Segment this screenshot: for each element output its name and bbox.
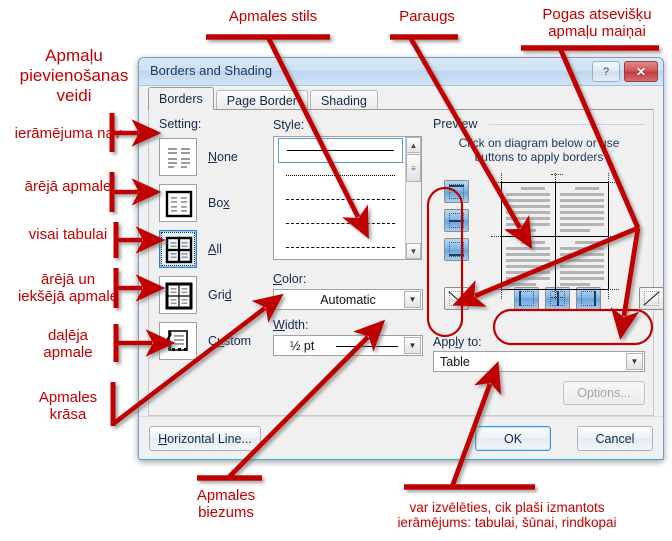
annotation-apply-to-scope: var izvēlēties, cik plaši izmantots ierā…: [397, 500, 617, 530]
setting-box-icon: [159, 183, 197, 222]
color-label: Color:: [273, 272, 307, 286]
close-icon[interactable]: ✕: [624, 61, 658, 82]
apply-to-value: Table: [440, 354, 470, 369]
style-item-dashed-short[interactable]: [278, 212, 403, 235]
width-sample-line: [336, 346, 398, 347]
preview-hint-line1: Click on diagram below or use: [458, 136, 620, 150]
annotation-outer-inner-border: ārējā un iekšējā apmale: [17, 271, 119, 305]
horizontal-line-button[interactable]: Horizontal Line...: [149, 426, 261, 451]
setting-option-all[interactable]: All: [159, 228, 264, 269]
setting-custom-icon: [159, 321, 197, 360]
bottom-border-button[interactable]: [444, 238, 469, 261]
scroll-down-icon[interactable]: ▼: [406, 243, 421, 259]
annotation-individual-border-buttons: Pogas atsevišķu apmaļu maiņai: [542, 6, 652, 40]
annotation-border-style: Apmales stils: [228, 8, 318, 25]
style-item-dashed-long[interactable]: [278, 188, 403, 211]
box-border-glyph: [165, 190, 193, 217]
style-item-dotted[interactable]: [278, 164, 403, 187]
annotation-outer-border: ārējā apmale: [24, 178, 112, 195]
preview-legend: Preview: [433, 117, 483, 131]
setting-label: Setting:: [159, 117, 202, 131]
setting-custom-label: Custom: [208, 333, 252, 348]
borders-tab-panel: Setting: None Box All Grid Custom Style:…: [148, 109, 664, 416]
setting-option-grid[interactable]: Grid: [159, 274, 264, 315]
color-value: Automatic: [320, 292, 376, 307]
setting-option-custom[interactable]: Custom: [159, 320, 264, 361]
diagonal-down-border-button[interactable]: [444, 287, 469, 310]
setting-none-label: None: [208, 149, 238, 164]
help-icon[interactable]: ?: [592, 61, 620, 82]
scrollbar-thumb[interactable]: ≡: [406, 154, 421, 182]
style-item-dash-dot[interactable]: [278, 236, 403, 259]
cancel-button[interactable]: Cancel: [577, 426, 653, 451]
annotation-title-border-types: Apmaļu pievienošanas veidi: [19, 46, 129, 105]
annotation-border-width: Apmales biezums: [196, 487, 256, 521]
options-button: Options...: [563, 381, 645, 405]
ok-button[interactable]: OK: [475, 426, 551, 451]
preview-group: Preview Click on diagram below or use bu…: [433, 114, 664, 411]
scroll-up-icon[interactable]: ▲: [406, 137, 421, 153]
top-border-button[interactable]: [444, 180, 469, 203]
style-label: Style:: [273, 118, 305, 132]
tab-page-border[interactable]: Page Border: [215, 90, 308, 110]
annotation-preview: Paraugs: [399, 8, 455, 25]
chevron-down-icon[interactable]: ▼: [626, 353, 643, 370]
chevron-down-icon[interactable]: ▼: [404, 337, 421, 354]
setting-grid-icon: [159, 275, 197, 314]
all-border-glyph: [165, 236, 193, 263]
setting-option-box[interactable]: Box: [159, 182, 264, 223]
custom-border-glyph: [166, 329, 188, 351]
setting-box-label: Box: [208, 195, 230, 210]
annotation-no-border: ierāmējuma nav: [14, 125, 122, 142]
tab-shading-label: Shading: [320, 93, 367, 108]
tab-borders[interactable]: Borders: [148, 87, 214, 110]
middle-vertical-border-button[interactable]: [545, 287, 570, 310]
width-value: ½ pt: [290, 338, 315, 353]
grid-border-glyph: [165, 282, 193, 309]
tab-page-border-label: Page Border: [226, 93, 297, 108]
right-border-button[interactable]: [576, 287, 601, 310]
setting-all-label: All: [208, 241, 222, 256]
setting-all-icon: [159, 229, 197, 268]
preview-hint: Click on diagram below or use buttons to…: [433, 136, 645, 164]
window-controls: ? ✕: [592, 61, 658, 82]
chevron-down-icon[interactable]: ▼: [404, 291, 421, 308]
selection-underline: [139, 459, 664, 460]
borders-and-shading-dialog: Borders and Shading ? ✕ Borders Page Bor…: [138, 57, 664, 460]
preview-table-diagram[interactable]: [491, 173, 619, 299]
dialog-titlebar[interactable]: Borders and Shading ? ✕: [139, 58, 663, 86]
style-group: Style: ▲ ≡ ▼ Color: Automatic ▼ Width: ½…: [273, 118, 423, 356]
middle-horizontal-border-button[interactable]: [444, 209, 469, 232]
apply-to-combobox[interactable]: Table ▼: [433, 351, 645, 372]
dialog-footer: Horizontal Line... OK Cancel: [139, 416, 663, 459]
left-border-button[interactable]: [514, 287, 539, 310]
style-scrollbar[interactable]: ▲ ≡ ▼: [405, 137, 421, 259]
diagonal-up-icon: [643, 291, 660, 306]
style-listbox[interactable]: ▲ ≡ ▼: [273, 136, 422, 260]
tab-shading[interactable]: Shading: [309, 90, 378, 110]
width-label: Width:: [273, 318, 309, 332]
setting-grid-label: Grid: [208, 287, 232, 302]
width-combobox[interactable]: ½ pt ▼: [273, 335, 423, 356]
preview-hint-line2: buttons to apply borders: [474, 150, 604, 164]
preview-diagram-area: [433, 170, 664, 315]
dialog-title: Borders and Shading: [150, 63, 273, 78]
diagonal-up-border-button[interactable]: [639, 287, 664, 310]
apply-to-label: Apply to:: [433, 335, 482, 349]
none-border-glyph: [168, 147, 190, 168]
style-item-solid[interactable]: [278, 138, 403, 163]
tab-strip: Borders Page Border Shading: [148, 87, 380, 110]
preview-divider: [489, 124, 645, 125]
setting-none-icon: [159, 137, 197, 176]
annotation-border-color: Apmales krāsa: [38, 389, 98, 423]
color-combobox[interactable]: Automatic ▼: [273, 289, 423, 310]
tab-borders-label: Borders: [159, 92, 203, 106]
diagonal-down-icon: [448, 291, 465, 306]
horizontal-line-label: Horizontal Line...: [158, 431, 252, 446]
setting-option-none[interactable]: None: [159, 136, 264, 177]
annotation-whole-table: visai tabulai: [28, 226, 108, 243]
setting-group: Setting: None Box All Grid Custom: [159, 117, 264, 366]
annotation-partial-border: daļēja apmale: [43, 327, 93, 361]
